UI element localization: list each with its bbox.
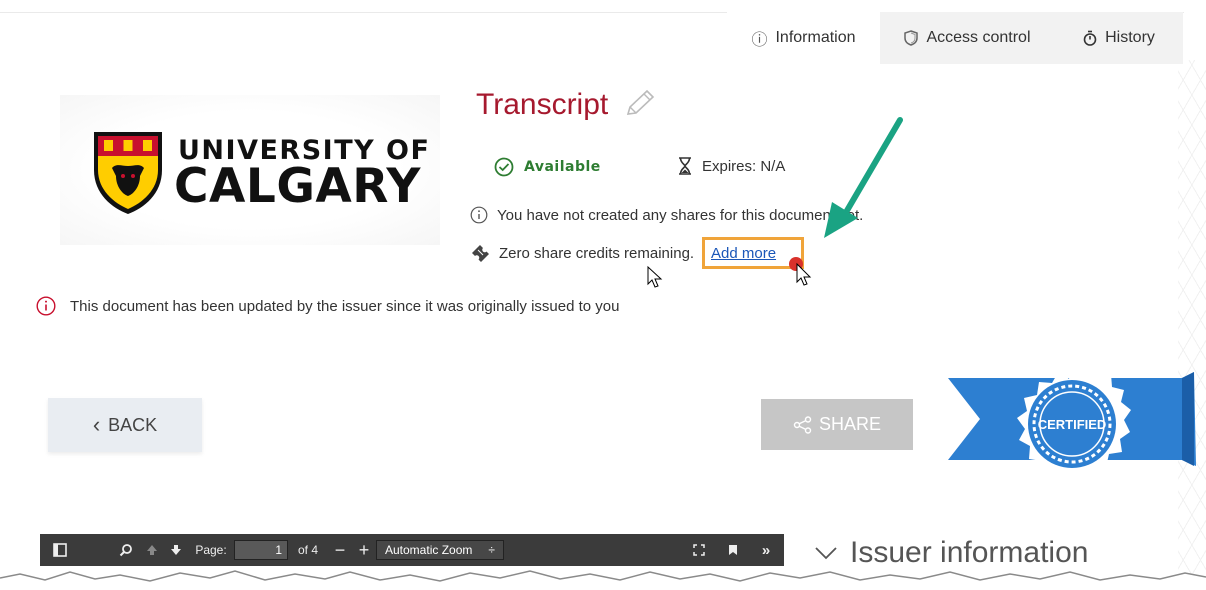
page-number-input[interactable]: 1	[234, 540, 288, 560]
warning-info-icon	[36, 296, 56, 316]
select-arrow-icon: ÷	[488, 543, 495, 557]
tab-history[interactable]: History	[1055, 12, 1183, 64]
university-logo: UNIVERSITY OF CALGARY	[60, 95, 440, 245]
shares-note: You have not created any shares for this…	[470, 206, 863, 224]
expiry-info: Expires: N/A	[678, 157, 785, 175]
tab-information-label: Information	[775, 29, 856, 46]
stopwatch-icon	[1083, 30, 1097, 46]
certified-badge: CERTIFIED	[948, 360, 1196, 479]
edit-pencil-icon[interactable]	[622, 88, 656, 120]
torn-edge-decoration	[0, 570, 1206, 590]
logo-text-line2: CALGARY	[174, 159, 421, 214]
update-warning-text: This document has been updated by the is…	[70, 297, 620, 315]
add-more-link[interactable]: Add more	[711, 245, 776, 262]
tab-bar: ⓘ Information Access control History	[727, 12, 1183, 64]
ticket-icon	[472, 245, 489, 262]
update-warning: This document has been updated by the is…	[36, 296, 619, 316]
status-text: Available	[524, 159, 601, 175]
expires-text: Expires: N/A	[702, 157, 786, 175]
back-button-label: BACK	[108, 414, 158, 435]
credits-text: Zero share credits remaining.	[499, 244, 695, 262]
mouse-cursor-icon	[647, 265, 663, 288]
hourglass-icon	[679, 157, 691, 175]
tab-information[interactable]: ⓘ Information	[727, 12, 880, 64]
hex-background-pattern	[1178, 60, 1206, 580]
document-title: Transcript	[476, 88, 609, 121]
chevron-down-icon	[815, 547, 837, 560]
university-crest-icon	[94, 132, 162, 214]
add-more-highlight: Add more	[702, 237, 804, 269]
share-credits: Zero share credits remaining.	[470, 244, 694, 262]
info-icon	[470, 206, 488, 224]
zoom-select[interactable]: Automatic Zoom ÷	[376, 540, 504, 560]
back-button[interactable]: ‹ BACK	[48, 398, 202, 452]
info-icon: ⓘ	[751, 32, 768, 49]
share-icon	[793, 415, 812, 434]
tab-access-control[interactable]: Access control	[880, 12, 1055, 64]
tab-history-label: History	[1105, 29, 1155, 46]
zoom-value: Automatic Zoom	[385, 543, 473, 557]
certified-text: CERTIFIED	[1038, 417, 1107, 432]
check-circle-icon	[494, 157, 514, 177]
shield-icon	[904, 30, 919, 46]
tab-access-control-label: Access control	[926, 29, 1031, 46]
shares-note-text: You have not created any shares for this…	[497, 206, 864, 224]
share-button-label: SHARE	[818, 414, 881, 434]
chevron-left-icon: ‹	[92, 412, 101, 437]
share-button[interactable]: SHARE	[761, 399, 913, 450]
availability-status: Available	[494, 157, 601, 177]
